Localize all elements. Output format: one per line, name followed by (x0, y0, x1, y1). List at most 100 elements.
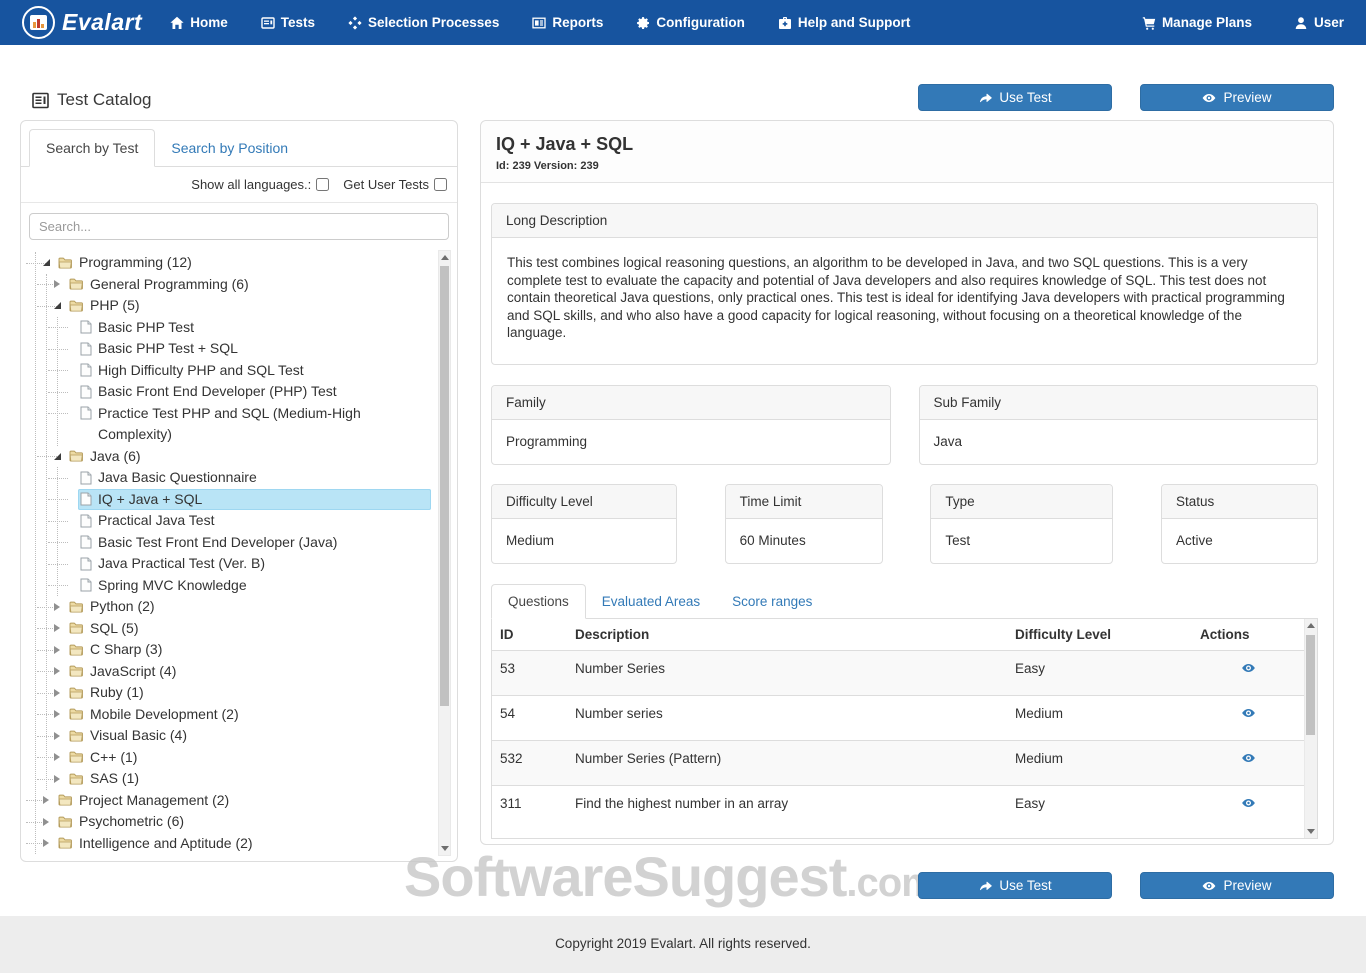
tree-scrollbar[interactable] (438, 250, 451, 856)
family-label: Family (492, 386, 890, 420)
expand-arrow-icon[interactable] (54, 646, 60, 654)
tree-test-item[interactable]: Basic Test Front End Developer (Java) (58, 532, 431, 554)
expand-arrow-icon[interactable] (54, 667, 60, 675)
difficulty-label: Difficulty Level (492, 485, 676, 519)
folder-icon (69, 621, 84, 634)
tree-test-item[interactable]: Basic Front End Developer (PHP) Test (58, 381, 431, 403)
search-input[interactable] (29, 213, 449, 240)
tree-folder[interactable]: Python (2) (47, 596, 431, 618)
tree-folder[interactable]: Programming (12) (36, 252, 431, 274)
tab-evaluated-areas[interactable]: Evaluated Areas (586, 585, 716, 618)
tab-score-ranges[interactable]: Score ranges (716, 585, 828, 618)
nav-help-support[interactable]: Help and Support (778, 15, 911, 30)
tree-test-item[interactable]: IQ + Java + SQL (58, 489, 431, 511)
eye-icon (1202, 91, 1216, 105)
preview-button[interactable]: Preview (1140, 84, 1334, 111)
tree-folder[interactable]: General Programming (6) (47, 274, 431, 296)
tree-folder[interactable]: Visual Basic (4) (47, 725, 431, 747)
tree-test-item[interactable]: Java Basic Questionnaire (58, 467, 431, 489)
tree-folder[interactable]: Mobile Development (2) (47, 704, 431, 726)
expand-arrow-icon[interactable] (54, 603, 60, 611)
family-value: Programming (492, 420, 890, 464)
sub-family-panel: Sub Family Java (919, 385, 1319, 465)
tree-test-item[interactable]: Basic PHP Test (58, 317, 431, 339)
test-title: IQ + Java + SQL (496, 134, 1318, 155)
tree-folder[interactable]: SQL (5) (47, 618, 431, 640)
scrollbar-thumb[interactable] (440, 266, 449, 706)
use-test-button[interactable]: Use Test (918, 84, 1112, 111)
tree-folder[interactable]: Project Management (2) (36, 790, 431, 812)
nav-home[interactable]: Home (170, 15, 228, 30)
tree-test-item[interactable]: Java Practical Test (Ver. B) (58, 553, 431, 575)
tree-folder[interactable]: Java (6) (47, 446, 431, 468)
brand-logo[interactable]: Evalart (22, 6, 142, 39)
expand-arrow-icon[interactable] (43, 839, 49, 847)
selection-processes-icon (348, 16, 362, 30)
collapse-arrow-icon[interactable] (54, 453, 61, 460)
nav-manage-plans[interactable]: Manage Plans (1142, 15, 1252, 30)
view-question-button[interactable] (1240, 796, 1257, 810)
scroll-down-icon[interactable] (1305, 825, 1317, 838)
table-scrollbar[interactable] (1304, 619, 1317, 838)
brand-name: Evalart (62, 9, 142, 36)
tree-folder[interactable]: Psychometric (6) (36, 811, 431, 833)
tree-test-item[interactable]: Basic PHP Test + SQL (58, 338, 431, 360)
tree-label: Mobile Development (2) (90, 704, 239, 726)
nav-selection-processes[interactable]: Selection Processes (348, 15, 499, 30)
question-id: 311 (492, 786, 567, 831)
tab-search-by-position[interactable]: Search by Position (155, 130, 304, 166)
collapse-arrow-icon[interactable] (54, 302, 61, 309)
get-user-tests-checkbox[interactable] (434, 178, 447, 191)
tree-test-item[interactable]: Practice Test PHP and SQL (Medium-High C… (58, 403, 431, 446)
tree-test-item[interactable]: High Difficulty PHP and SQL Test (58, 360, 431, 382)
expand-arrow-icon[interactable] (54, 775, 60, 783)
tab-questions[interactable]: Questions (491, 584, 586, 619)
nav-reports[interactable]: Reports (532, 15, 603, 30)
scroll-down-icon[interactable] (439, 842, 450, 855)
nav-tests[interactable]: Tests (261, 15, 315, 30)
expand-arrow-icon[interactable] (54, 280, 60, 288)
tree-test-item[interactable]: Spring MVC Knowledge (58, 575, 431, 597)
use-test-button-bottom[interactable]: Use Test (918, 872, 1112, 899)
tab-search-by-test[interactable]: Search by Test (29, 129, 155, 167)
preview-button-bottom[interactable]: Preview (1140, 872, 1334, 899)
catalog-tabs: Search by Test Search by Position (21, 121, 457, 167)
questions-table: ID Description Difficulty Level Actions … (492, 619, 1304, 831)
tree-folder[interactable]: JavaScript (4) (47, 661, 431, 683)
view-question-button[interactable] (1240, 706, 1257, 720)
nav-configuration[interactable]: Configuration (636, 15, 744, 30)
collapse-arrow-icon[interactable] (43, 259, 50, 266)
eye-icon (1240, 796, 1257, 810)
expand-arrow-icon[interactable] (54, 732, 60, 740)
expand-arrow-icon[interactable] (54, 624, 60, 632)
share-arrow-icon (978, 91, 992, 105)
show-all-languages-label: Show all languages.: (191, 177, 311, 192)
question-row: 53Number SeriesEasy (492, 651, 1304, 696)
expand-arrow-icon[interactable] (54, 753, 60, 761)
tree-test-item[interactable]: Practical Java Test (58, 510, 431, 532)
catalog-list-icon (32, 92, 49, 109)
tree-label: SQL (5) (90, 618, 139, 640)
tree-folder[interactable]: PHP (5) (47, 295, 431, 317)
show-all-languages-checkbox[interactable] (316, 178, 329, 191)
nav-user[interactable]: User (1294, 15, 1344, 30)
view-question-button[interactable] (1240, 661, 1257, 675)
scrollbar-thumb[interactable] (1306, 635, 1315, 735)
expand-arrow-icon[interactable] (54, 689, 60, 697)
tree-folder[interactable]: Ruby (1) (47, 682, 431, 704)
view-question-button[interactable] (1240, 751, 1257, 765)
expand-arrow-icon[interactable] (43, 818, 49, 826)
tree-folder[interactable]: C++ (1) (47, 747, 431, 769)
folder-icon (69, 772, 84, 785)
difficulty-value: Medium (492, 519, 676, 563)
expand-arrow-icon[interactable] (54, 710, 60, 718)
tree-folder[interactable]: C Sharp (3) (47, 639, 431, 661)
tree-folder[interactable]: Intelligence and Aptitude (2) (36, 833, 431, 855)
question-actions (1192, 696, 1304, 741)
file-icon (80, 535, 92, 549)
scroll-up-icon[interactable] (439, 251, 450, 264)
tree-folder[interactable]: SAS (1) (47, 768, 431, 790)
scroll-up-icon[interactable] (1305, 619, 1317, 632)
expand-arrow-icon[interactable] (43, 796, 49, 804)
tree-label: C Sharp (3) (90, 639, 162, 661)
